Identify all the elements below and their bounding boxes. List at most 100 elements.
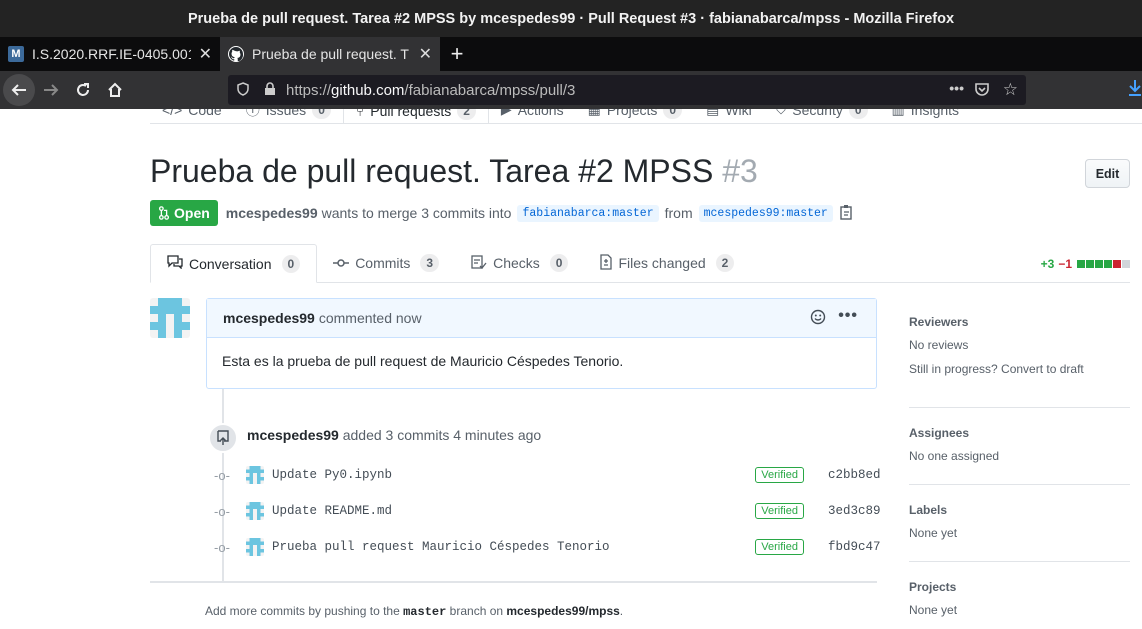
commit-message[interactable]: Update README.md — [272, 504, 755, 518]
book-icon: ▤ — [706, 109, 720, 117]
smiley-icon[interactable] — [810, 309, 826, 330]
reload-icon[interactable] — [67, 74, 99, 106]
home-icon[interactable] — [99, 74, 131, 106]
avatar[interactable] — [246, 502, 264, 520]
shield-icon[interactable] — [236, 81, 250, 99]
repo-tab-count: 2 — [457, 109, 476, 120]
tab-commits[interactable]: Commits 3 — [317, 244, 455, 282]
forward-arrow-icon[interactable] — [35, 74, 67, 106]
repo-tab-issues[interactable]: ⓘ Issues 0 — [234, 109, 343, 123]
back-arrow-icon[interactable] — [3, 74, 35, 106]
close-tab-icon[interactable]: ✕ — [199, 44, 212, 64]
repo-tab-actions[interactable]: ▶ Actions — [489, 109, 576, 123]
commit-sha[interactable]: fbd9c47 — [828, 540, 881, 554]
git-commit-icon — [333, 255, 350, 271]
avatar[interactable] — [246, 466, 264, 484]
diffstat-block — [1104, 260, 1112, 268]
pr-tabnav: Conversation 0 Commits 3 Checks 0 Files cha… — [150, 244, 1130, 283]
diffstat-blocks — [1076, 257, 1130, 271]
clipboard-icon[interactable] — [839, 204, 853, 223]
commit-row: -o- Update README.md Verified 3ed3c89 — [214, 500, 881, 522]
browser-tab-2[interactable]: Prueba de pull request. T ✕ — [220, 37, 440, 71]
verified-badge[interactable]: Verified — [755, 467, 804, 483]
sidebar-projects: Projects None yet — [909, 580, 1130, 627]
tab-title: I.S.2020.RRF.IE-0405.001 — [32, 46, 191, 62]
avatar[interactable] — [150, 298, 190, 338]
pr-author-link[interactable]: mcespedes99 — [226, 205, 318, 221]
checklist-icon — [471, 254, 487, 272]
page-actions-icon[interactable]: ••• — [949, 80, 964, 96]
merge-text: wants to merge 3 commits into — [321, 205, 512, 221]
head-branch[interactable]: mcespedes99:master — [698, 204, 833, 222]
comment-body: Esta es la prueba de pull request de Mau… — [222, 353, 624, 369]
tab-strip: M I.S.2020.RRF.IE-0405.001 ✕ Prueba de p… — [0, 37, 1142, 71]
sidebar-labels-title[interactable]: Labels — [909, 503, 1130, 517]
sidebar-reviewers-title[interactable]: Reviewers — [909, 315, 1130, 329]
assignees-value: No one assigned — [909, 449, 1000, 463]
repo-tab-projects[interactable]: ▦ Projects 0 — [576, 109, 695, 123]
commit-sha[interactable]: 3ed3c89 — [828, 504, 881, 518]
sidebar-assignees: Assignees No one assigned — [909, 426, 1130, 473]
push-event: mcespedes99 added 3 commits 4 minutes ag… — [247, 427, 541, 443]
repo-tab-label: Wiki — [725, 109, 752, 118]
commit-sha[interactable]: c2bb8ed — [828, 468, 881, 482]
commit-message[interactable]: Update Py0.ipynb — [272, 468, 755, 482]
commit-row: -o- Update Py0.ipynb Verified c2bb8ed — [214, 464, 881, 486]
base-branch[interactable]: fabianabarca:master — [517, 204, 659, 222]
comment-author[interactable]: mcespedes99 — [223, 310, 315, 326]
pr-title-text: Prueba de pull request. Tarea #2 MPSS — [150, 153, 714, 189]
pocket-icon[interactable] — [974, 81, 990, 100]
repo-tab-code[interactable]: </> Code — [150, 109, 234, 123]
pr-title: Prueba de pull request. Tarea #2 MPSS #3 — [150, 153, 758, 190]
repo-tab-security[interactable]: ⛉ Security 0 — [764, 109, 880, 123]
edit-button[interactable]: Edit — [1085, 159, 1130, 188]
sidebar-divider — [909, 484, 1130, 485]
diffstat: +3 −1 — [1041, 257, 1130, 271]
repo-tab-count: 0 — [663, 109, 683, 119]
timeline-divider — [150, 581, 877, 583]
repo-tab-label: Security — [792, 109, 843, 118]
tab-checks[interactable]: Checks 0 — [455, 244, 584, 282]
tab-conversation[interactable]: Conversation 0 — [150, 244, 318, 283]
diffstat-block — [1122, 260, 1130, 268]
pull-request-icon: ⑂ — [355, 109, 365, 119]
comment-header: mcespedes99 commented now ••• — [207, 299, 876, 338]
github-page: </> Code ⓘ Issues 0 ⑂ Pull requests 2 ▶ Action… — [0, 109, 1142, 629]
issue-icon: ⓘ — [245, 109, 260, 118]
push-author[interactable]: mcespedes99 — [247, 427, 339, 443]
url-bar[interactable]: https://github.com/fabianabarca/mpss/pul… — [228, 75, 1026, 105]
hint-repo-link[interactable]: mcespedes99/mpss — [506, 604, 619, 618]
verified-badge[interactable]: Verified — [755, 539, 804, 555]
diffstat-block — [1077, 260, 1085, 268]
project-icon: ▦ — [587, 109, 601, 117]
bookmark-star-icon[interactable]: ☆ — [1003, 80, 1018, 100]
close-tab-icon[interactable]: ✕ — [419, 44, 432, 64]
sidebar-labels: Labels None yet — [909, 503, 1130, 550]
url-path: /fabianabarca/mpss/pull/3 — [404, 81, 576, 99]
repo-tab-pull-requests[interactable]: ⑂ Pull requests 2 — [342, 109, 489, 123]
commit-message[interactable]: Prueba pull request Mauricio Céspedes Te… — [272, 540, 755, 554]
new-tab-icon[interactable]: + — [440, 37, 474, 71]
projects-value: None yet — [909, 603, 958, 617]
moodle-favicon-icon: M — [8, 46, 24, 62]
download-icon[interactable] — [1128, 79, 1142, 102]
lock-icon[interactable] — [264, 81, 276, 99]
comment-actions: ••• — [810, 308, 858, 330]
pr-number: #3 — [722, 153, 758, 189]
kebab-horizontal-icon[interactable]: ••• — [838, 308, 858, 330]
repo-tab-insights[interactable]: ▥ Insights — [880, 109, 971, 123]
status-label: Open — [174, 205, 210, 221]
comment-time[interactable]: commented now — [319, 310, 422, 326]
repo-tab-wiki[interactable]: ▤ Wiki — [694, 109, 764, 123]
avatar[interactable] — [246, 538, 264, 556]
diffstat-additions: +3 — [1040, 257, 1055, 271]
tab-count: 0 — [281, 254, 301, 273]
convert-to-draft-link[interactable]: Still in progress? Convert to draft — [909, 362, 1130, 376]
tab-files-changed[interactable]: Files changed 2 — [584, 244, 750, 282]
verified-badge[interactable]: Verified — [755, 503, 804, 519]
sidebar-projects-title[interactable]: Projects — [909, 580, 1130, 594]
sidebar-assignees-title[interactable]: Assignees — [909, 426, 1130, 440]
tab-count: 3 — [420, 254, 440, 272]
browser-tab-1[interactable]: M I.S.2020.RRF.IE-0405.001 ✕ — [0, 37, 220, 71]
tab-count: 2 — [715, 254, 735, 272]
